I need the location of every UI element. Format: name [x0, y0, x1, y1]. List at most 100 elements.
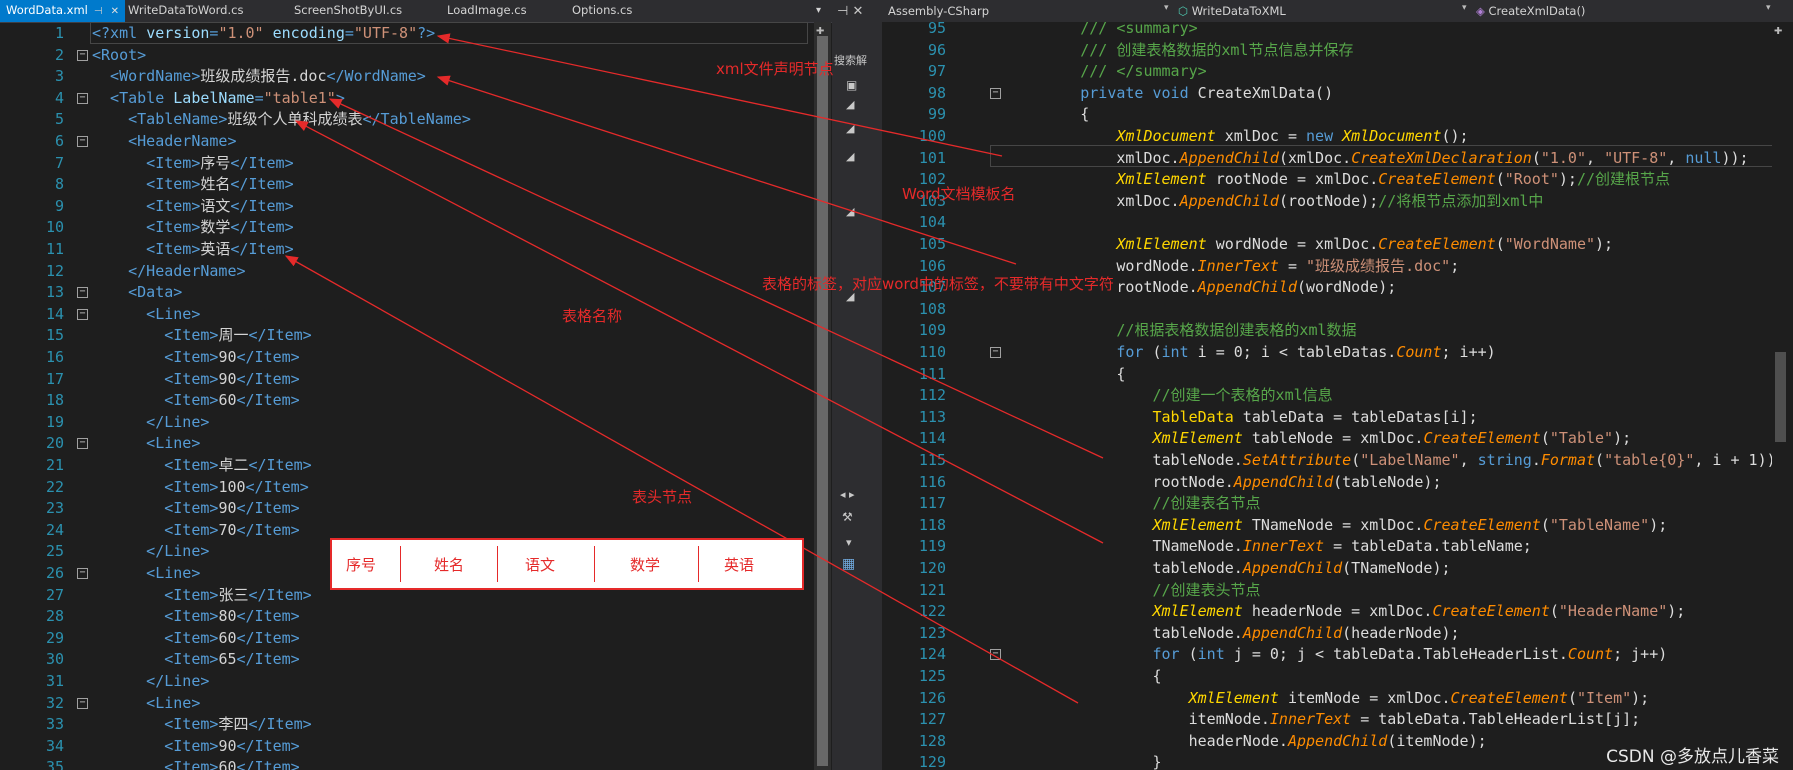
code-line[interactable]: <Item>序号</Item>: [92, 153, 293, 175]
code-line[interactable]: <Line>: [92, 433, 200, 455]
dropdown-icon[interactable]: ▾: [846, 536, 852, 549]
code-line[interactable]: <Item>100</Item>: [92, 477, 309, 499]
code-line[interactable]: /// </summary>: [1008, 61, 1206, 83]
code-line[interactable]: /// <summary>: [1008, 18, 1197, 40]
code-line[interactable]: <WordName>班级成绩报告.doc</WordName>: [92, 66, 426, 88]
code-line[interactable]: {: [1008, 364, 1125, 386]
fold-toggle-icon[interactable]: −: [77, 568, 88, 579]
code-line[interactable]: <Item>语文</Item>: [92, 196, 293, 218]
code-line[interactable]: TNameNode.InnerText = tableData.tableNam…: [1008, 536, 1531, 558]
code-line[interactable]: tableNode.SetAttribute("LabelName", stri…: [1008, 450, 1784, 472]
code-line[interactable]: XmlElement wordNode = xmlDoc.CreateEleme…: [1008, 234, 1613, 256]
arrows-icon[interactable]: ◂ ▸: [840, 488, 855, 501]
fold-toggle-icon[interactable]: −: [77, 49, 88, 61]
fold-toggle-icon[interactable]: −: [990, 649, 1001, 661]
project-dropdown[interactable]: Assembly-CSharp: [888, 3, 989, 19]
code-line[interactable]: //创建表头节点: [1008, 580, 1260, 602]
code-line[interactable]: //创建表名节点: [1008, 493, 1260, 515]
code-line[interactable]: <Item>李四</Item>: [92, 714, 311, 736]
tab-overflow-icon[interactable]: ▾: [816, 0, 821, 22]
fold-toggle-icon[interactable]: −: [77, 92, 88, 104]
code-line[interactable]: headerNode.AppendChild(itemNode);: [1008, 731, 1487, 753]
code-line[interactable]: <Line>: [92, 304, 200, 326]
code-line[interactable]: <Line>: [92, 693, 200, 715]
tab-screenshotbyui-cs[interactable]: ScreenShotByUI.cs: [294, 0, 402, 22]
expand-arrow-icon[interactable]: ◢: [846, 98, 854, 111]
code-line[interactable]: private void CreateXmlData(): [1008, 83, 1333, 105]
code-line[interactable]: itemNode.InnerText = tableData.TableHead…: [1008, 709, 1641, 731]
tab-writedatatoword-cs[interactable]: WriteDataToWord.cs: [128, 0, 243, 22]
file-icon[interactable]: ▣: [846, 78, 857, 92]
expand-arrow-icon[interactable]: ◢: [846, 205, 854, 218]
code-line[interactable]: XmlElement tableNode = xmlDoc.CreateElem…: [1008, 428, 1631, 450]
cs-vertical-scrollbar[interactable]: [1772, 22, 1789, 770]
tab-worddata-xml[interactable]: WordData.xml ⊣ ✕: [0, 0, 125, 22]
code-line[interactable]: <Item>数学</Item>: [92, 217, 293, 239]
code-line[interactable]: XmlElement TNameNode = xmlDoc.CreateElem…: [1008, 515, 1667, 537]
wrench-icon[interactable]: ⚒: [842, 510, 853, 524]
code-line[interactable]: <Item>90</Item>: [92, 736, 299, 758]
code-line[interactable]: <Item>周一</Item>: [92, 325, 311, 347]
code-line[interactable]: <Item>80</Item>: [92, 606, 299, 628]
code-line[interactable]: //根据表格数据创建表格的xml数据: [1008, 320, 1356, 342]
scroll-thumb[interactable]: [817, 36, 828, 766]
search-solution-label[interactable]: 搜索解: [834, 52, 867, 68]
method-dropdown[interactable]: ◈ CreateXmlData(): [1476, 3, 1585, 19]
code-line[interactable]: <Item>90</Item>: [92, 369, 299, 391]
code-line[interactable]: <Item>60</Item>: [92, 390, 299, 412]
tab-options-cs[interactable]: Options.cs: [572, 0, 632, 22]
code-line[interactable]: XmlElement headerNode = xmlDoc.CreateEle…: [1008, 601, 1685, 623]
code-line[interactable]: <Table LabelName="table1">: [92, 88, 345, 110]
code-line[interactable]: tableNode.AppendChild(TNameNode);: [1008, 558, 1450, 580]
code-line[interactable]: TableData tableData = tableDatas[i];: [1008, 407, 1477, 429]
code-line[interactable]: </Line>: [92, 412, 209, 434]
code-line[interactable]: {: [1008, 104, 1089, 126]
code-line[interactable]: /// 创建表格数据的xml节点信息并保存: [1008, 40, 1353, 62]
fold-toggle-icon[interactable]: −: [990, 87, 1001, 99]
code-line[interactable]: <Data>: [92, 282, 182, 304]
split-plus-icon[interactable]: ✚: [1774, 22, 1782, 38]
code-line[interactable]: <Item>张三</Item>: [92, 585, 311, 607]
fold-toggle-icon[interactable]: −: [77, 438, 88, 450]
code-line[interactable]: <Line>: [92, 563, 200, 585]
code-line[interactable]: <Item>英语</Item>: [92, 239, 293, 261]
code-line[interactable]: XmlElement itemNode = xmlDoc.CreateEleme…: [1008, 688, 1650, 710]
pin-icon[interactable]: ⊣ ✕: [837, 4, 863, 19]
fold-toggle-icon[interactable]: −: [77, 308, 88, 320]
code-line[interactable]: for (int j = 0; j < tableData.TableHeade…: [1008, 644, 1667, 666]
scroll-thumb[interactable]: [1775, 352, 1786, 442]
code-line[interactable]: <Root>: [92, 45, 146, 67]
tab-loadimage-cs[interactable]: LoadImage.cs: [447, 0, 527, 22]
code-line[interactable]: </Line>: [92, 541, 209, 563]
properties-icon[interactable]: ▦: [842, 556, 855, 572]
class-dropdown[interactable]: ⬡ WriteDataToXML: [1178, 3, 1286, 19]
code-line[interactable]: {: [1008, 666, 1161, 688]
expand-arrow-icon[interactable]: ◢: [846, 150, 854, 163]
xml-vertical-scrollbar[interactable]: [814, 22, 831, 770]
code-line[interactable]: }: [1008, 752, 1161, 770]
close-icon[interactable]: ✕: [111, 6, 119, 17]
code-line[interactable]: //创建一个表格的xml信息: [1008, 385, 1332, 407]
code-line[interactable]: <Item>卓二</Item>: [92, 455, 311, 477]
split-plus-icon[interactable]: ✚: [816, 22, 824, 38]
code-line[interactable]: <Item>60</Item>: [92, 757, 299, 770]
fold-toggle-icon[interactable]: −: [77, 287, 88, 299]
fold-toggle-icon[interactable]: −: [990, 347, 1001, 358]
fold-toggle-icon[interactable]: −: [77, 136, 88, 147]
code-line[interactable]: rootNode.AppendChild(tableNode);: [1008, 472, 1441, 494]
code-line[interactable]: <HeaderName>: [92, 131, 236, 153]
code-line[interactable]: xmlDoc.AppendChild(rootNode);//将根节点添加到xm…: [1008, 191, 1543, 213]
code-line[interactable]: tableNode.AppendChild(headerNode);: [1008, 623, 1459, 645]
code-line[interactable]: </Line>: [92, 671, 209, 693]
code-line[interactable]: XmlElement rootNode = xmlDoc.CreateEleme…: [1008, 169, 1670, 191]
pin-icon[interactable]: ⊣: [94, 6, 103, 17]
code-line[interactable]: <TableName>班级个人单科成绩表</TableName>: [92, 109, 471, 131]
code-line[interactable]: <Item>90</Item>: [92, 498, 299, 520]
code-line[interactable]: <Item>90</Item>: [92, 347, 299, 369]
code-line[interactable]: for (int i = 0; i < tableDatas.Count; i+…: [1008, 342, 1495, 364]
code-line[interactable]: <Item>姓名</Item>: [92, 174, 293, 196]
fold-toggle-icon[interactable]: −: [77, 697, 88, 709]
code-line[interactable]: <Item>70</Item>: [92, 520, 299, 542]
expand-arrow-icon[interactable]: ◢: [846, 122, 854, 135]
code-line[interactable]: <Item>65</Item>: [92, 649, 299, 671]
